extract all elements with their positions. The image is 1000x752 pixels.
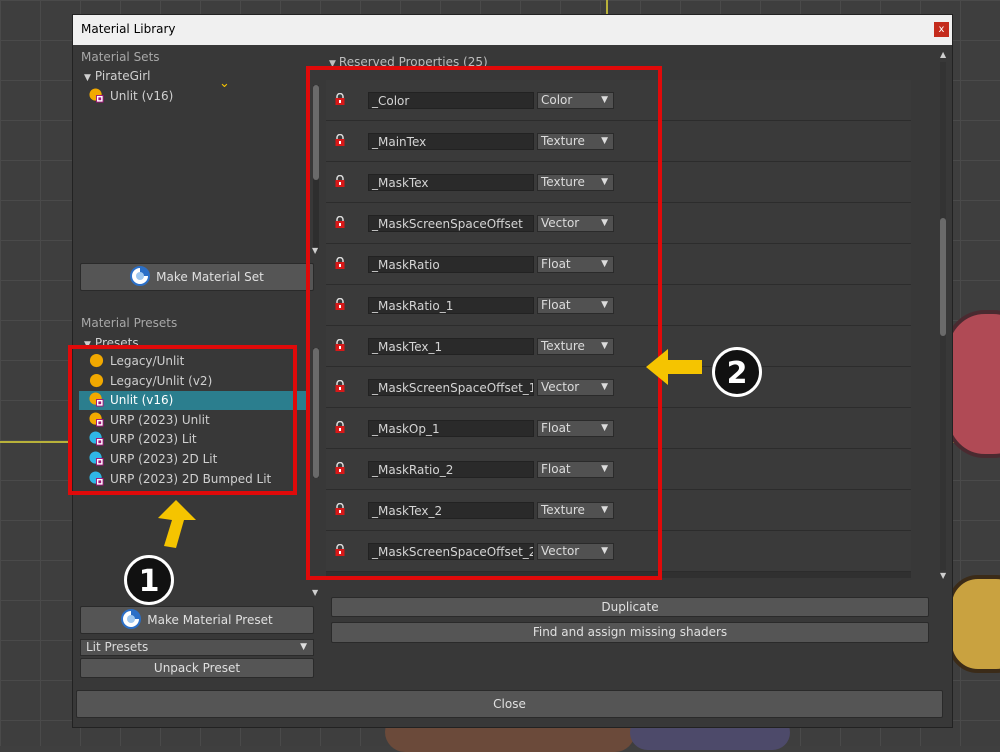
- preset-type-dropdown[interactable]: Lit Presets ▼: [80, 639, 314, 656]
- scroll-up-arrow-icon[interactable]: ▲: [940, 50, 946, 59]
- highlight-box-presets: [68, 345, 297, 495]
- unpack-preset-button[interactable]: Unpack Preset: [80, 658, 314, 678]
- yellow-material-icon: [89, 88, 104, 103]
- material-sets-label: Material Sets: [81, 50, 160, 64]
- make-material-preset-button[interactable]: Make Material Preset: [80, 606, 314, 634]
- close-button[interactable]: Close: [76, 690, 943, 718]
- window-title: Material Library: [81, 22, 176, 36]
- window-close-icon[interactable]: x: [934, 22, 949, 37]
- checkmark-chevron-icon[interactable]: ⌄: [219, 76, 230, 91]
- yellow-arrow-left-icon: [646, 349, 702, 385]
- tree-item-material-set[interactable]: Unlit (v16): [89, 87, 173, 106]
- material-set-icon: [130, 266, 151, 286]
- material-presets-label: Material Presets: [81, 316, 178, 330]
- highlight-box-properties: [306, 66, 662, 580]
- scene-character-part: [945, 310, 1000, 458]
- make-material-set-button[interactable]: Make Material Set: [80, 263, 314, 291]
- expand-triangle-icon[interactable]: ▼: [84, 69, 91, 88]
- duplicate-button[interactable]: Duplicate: [331, 597, 929, 617]
- properties-scrollbar-thumb[interactable]: [940, 218, 946, 336]
- annotation-badge-2: 2: [712, 347, 762, 397]
- scene-character-part: [948, 575, 1000, 673]
- dropdown-arrow-icon: ▼: [300, 642, 307, 652]
- scroll-down-arrow-icon[interactable]: ▼: [940, 571, 946, 580]
- tree-item-root[interactable]: ▼ PirateGirl: [84, 67, 151, 86]
- find-missing-shaders-button[interactable]: Find and assign missing shaders: [331, 622, 929, 643]
- scroll-down-arrow-icon[interactable]: ▼: [312, 588, 318, 597]
- window-titlebar[interactable]: Material Library x: [73, 15, 952, 45]
- annotation-badge-1: 1: [124, 555, 174, 605]
- yellow-arrow-up-icon: [158, 500, 196, 548]
- material-preset-icon: [121, 609, 142, 629]
